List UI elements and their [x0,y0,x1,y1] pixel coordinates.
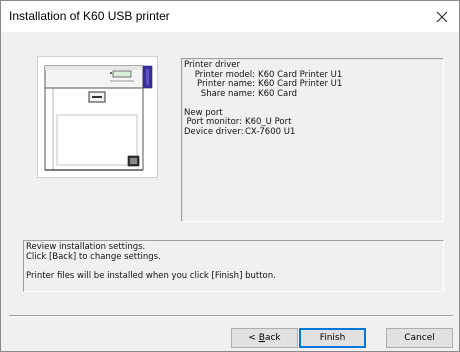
share-name-label: Share name: [200,88,255,99]
printer-model-value: K60 Card Printer U1 [258,69,343,80]
cancel-button[interactable]: Cancel [386,328,453,348]
share-name-row: Share name: K60 Card [184,88,443,100]
share-name-value: K60 Card [258,88,297,99]
window-title: Installation of K60 USB printer [9,9,170,23]
title-bar: Installation of K60 USB printer [1,1,459,32]
message-line-3: Printer files will be installed when you… [26,270,276,281]
back-rest: ack [264,333,281,343]
instruction-message: Review installation settings. Click [Bac… [23,240,444,292]
close-icon-glyph [436,11,448,22]
message-line-2: Click [Back] to change settings. [26,251,161,262]
separator [9,315,453,317]
device-driver-label: Device driver: [184,126,244,137]
printer-name-value: K60 Card Printer U1 [258,79,343,89]
device-driver-row: Device driver: CX-7600 U1 [184,126,443,138]
port-monitor-value: K60_U Port [245,117,292,127]
settings-summary: Printer driver Printer model: K60 Card Pr… [181,58,444,222]
finish-button[interactable]: Finish [299,328,366,348]
back-button[interactable]: < Back [231,328,298,348]
installer-dialog: Installation of K60 USB printer Printer … [0,0,460,352]
back-prefix: < [248,333,259,343]
device-driver-value: CX-7600 U1 [245,126,296,137]
printer-icon [44,65,153,171]
printer-illustration [37,56,158,178]
close-icon[interactable] [425,1,459,32]
